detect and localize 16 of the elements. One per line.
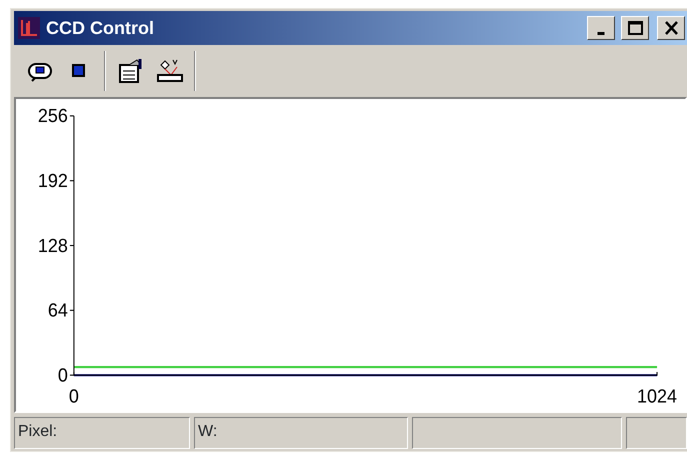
- x-tick-label: 1024: [637, 385, 678, 407]
- y-tick-label: 0: [58, 364, 68, 386]
- y-tick-label: 192: [38, 170, 68, 192]
- app-icon: [18, 17, 40, 39]
- y-tick-label: 64: [48, 299, 68, 321]
- y-tick-label: 256: [38, 104, 68, 126]
- minimize-icon: [597, 32, 605, 34]
- status-pane: [626, 417, 687, 449]
- close-button[interactable]: [657, 16, 685, 40]
- maximize-button[interactable]: [621, 16, 649, 40]
- minimize-button[interactable]: [587, 16, 615, 40]
- x-tick-label: 0: [68, 385, 79, 407]
- y-tick-label: 128: [38, 234, 68, 256]
- status-text: W:: [198, 423, 218, 440]
- status-text: Pixel:: [18, 423, 58, 440]
- window-title: CCD Control: [46, 16, 155, 40]
